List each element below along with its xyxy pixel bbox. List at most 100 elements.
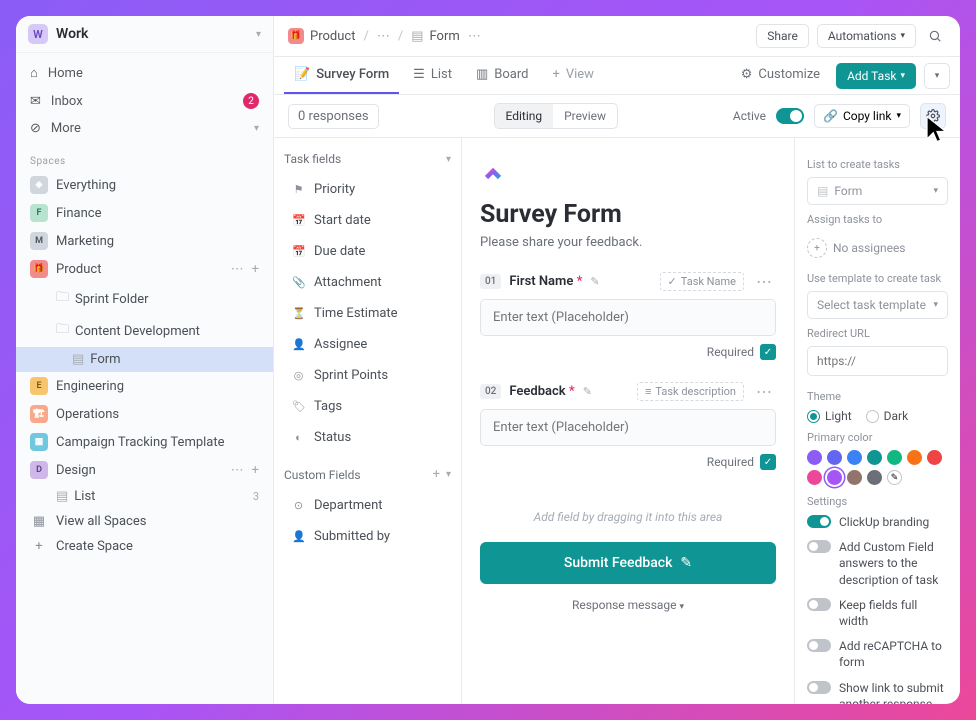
edit-icon[interactable]: ✎ — [583, 385, 592, 398]
color-swatch[interactable] — [807, 450, 822, 465]
field-label[interactable]: Feedback * — [509, 384, 574, 399]
branding-toggle[interactable] — [807, 515, 831, 528]
tab-editing[interactable]: Editing — [495, 104, 554, 128]
color-swatch[interactable] — [847, 470, 862, 485]
field-status[interactable]: ◐Status — [284, 422, 451, 453]
cf-toggle[interactable] — [807, 540, 831, 553]
color-swatch[interactable] — [867, 450, 882, 465]
field-number: 01 — [480, 274, 501, 289]
color-swatch[interactable] — [827, 470, 842, 485]
response-message[interactable]: Response message ▾ — [480, 584, 776, 626]
setting-template-select[interactable]: Select task template ▾ — [807, 291, 948, 319]
active-toggle[interactable] — [776, 108, 804, 124]
field-priority[interactable]: ⚑Priority — [284, 174, 451, 205]
setting-list-select[interactable]: ▤ Form ▾ — [807, 177, 948, 205]
field-label[interactable]: First Name * — [509, 274, 582, 289]
color-swatch[interactable] — [927, 450, 942, 465]
folder-content-dev[interactable]: 🗀 Content Development — [16, 315, 273, 347]
add-view[interactable]: + View — [542, 57, 604, 94]
theme-light-radio[interactable]: Light — [807, 409, 852, 423]
field-department[interactable]: ⊙Department — [284, 490, 451, 521]
nav-inbox[interactable]: ✉ Inbox 2 — [16, 87, 273, 115]
field-time-estimate[interactable]: ⏳Time Estimate — [284, 298, 451, 329]
breadcrumb-space[interactable]: 🎁 Product — [288, 28, 355, 44]
field-submitted-by[interactable]: 👤Submitted by — [284, 521, 451, 552]
view-survey-form[interactable]: 📝 Survey Form — [284, 57, 399, 94]
space-campaign[interactable]: ▦ Campaign Tracking Template — [16, 428, 273, 456]
field-attachment[interactable]: 📎Attachment — [284, 267, 451, 298]
first-name-input[interactable] — [480, 299, 776, 336]
add-icon[interactable]: + — [252, 463, 259, 478]
space-design[interactable]: D Design ⋯ + — [16, 456, 273, 484]
breadcrumb-ellipsis[interactable]: ⋯ — [377, 29, 390, 44]
nav-more[interactable]: ⊘ More ▾ — [16, 115, 273, 142]
nav-home[interactable]: ⌂ Home — [16, 59, 273, 87]
theme-dark-radio[interactable]: Dark — [866, 409, 909, 423]
field-mapping-tag[interactable]: ≡Task description — [637, 382, 744, 401]
add-custom-field-icon[interactable]: + — [433, 467, 440, 482]
more-dots-icon[interactable]: ⋯ — [231, 262, 244, 277]
field-more[interactable]: ⋯ — [752, 382, 776, 401]
view-all-spaces[interactable]: ▦ View all Spaces — [16, 509, 273, 534]
space-operations[interactable]: 🏗 Operations — [16, 400, 273, 428]
color-picker-icon[interactable]: ✎ — [887, 470, 902, 485]
view-board[interactable]: ▥ Board — [466, 57, 539, 94]
space-engineering[interactable]: E Engineering — [16, 372, 273, 400]
field-due-date[interactable]: 📅Due date — [284, 236, 451, 267]
required-checkbox[interactable]: ✓ — [760, 454, 776, 470]
copy-link-button[interactable]: 🔗 Copy link ▾ — [814, 104, 910, 128]
setting-assign-select[interactable]: + No assignees — [807, 232, 948, 264]
redirect-url-input[interactable] — [807, 346, 948, 376]
field-mapping-tag[interactable]: ✓Task Name — [660, 272, 744, 291]
space-marketing[interactable]: M Marketing — [16, 227, 273, 255]
fullwidth-toggle[interactable] — [807, 598, 831, 611]
feedback-input[interactable] — [480, 409, 776, 446]
drop-zone[interactable]: Add field by dragging it into this area — [480, 492, 776, 542]
add-task-button[interactable]: Add Task ▾ — [836, 63, 916, 89]
submit-button[interactable]: Submit Feedback ✎ — [480, 542, 776, 584]
custom-fields-header[interactable]: Custom Fields + ▾ — [284, 463, 451, 490]
breadcrumb-more[interactable]: ⋯ — [468, 29, 481, 44]
color-swatch[interactable] — [807, 470, 822, 485]
view-list[interactable]: ☰ List — [403, 57, 462, 94]
color-swatch[interactable] — [907, 450, 922, 465]
automations-button[interactable]: Automations ▾ — [817, 24, 916, 48]
color-swatch[interactable] — [887, 450, 902, 465]
task-fields-header[interactable]: Task fields ▾ — [284, 148, 451, 174]
required-checkbox[interactable]: ✓ — [760, 344, 776, 360]
share-button[interactable]: Share — [756, 24, 809, 48]
responses-count[interactable]: 0 responses — [288, 104, 379, 129]
workspace-switcher[interactable]: W Work ▾ — [16, 16, 273, 53]
field-assignee[interactable]: 👤Assignee — [284, 329, 451, 360]
field-tags[interactable]: 🏷Tags — [284, 391, 451, 422]
another-toggle[interactable] — [807, 681, 831, 694]
folder-sprint[interactable]: 🗀 Sprint Folder — [16, 283, 273, 315]
recaptcha-toggle[interactable] — [807, 639, 831, 652]
space-product[interactable]: 🎁 Product ⋯ + — [16, 255, 273, 283]
list-form[interactable]: ▤ Form — [16, 347, 273, 372]
list-design-list[interactable]: ▤ List 3 — [16, 484, 273, 509]
calendar-icon: 📅 — [292, 245, 305, 258]
form-title[interactable]: Survey Form — [480, 200, 776, 229]
space-everything[interactable]: ◈ Everything — [16, 171, 273, 199]
more-dots-icon[interactable]: ⋯ — [231, 463, 244, 478]
field-start-date[interactable]: 📅Start date — [284, 205, 451, 236]
field-more[interactable]: ⋯ — [752, 272, 776, 291]
search-button[interactable] — [924, 25, 946, 47]
field-sprint-points[interactable]: ◎Sprint Points — [284, 360, 451, 391]
tab-preview[interactable]: Preview — [553, 104, 617, 128]
more-button[interactable]: ▾ — [924, 63, 950, 89]
color-swatch[interactable] — [827, 450, 842, 465]
customize-button[interactable]: ⚙ Customize — [733, 61, 828, 90]
form-description[interactable]: Please share your feedback. — [480, 235, 776, 250]
space-finance[interactable]: F Finance — [16, 199, 273, 227]
edit-icon[interactable]: ✎ — [590, 275, 599, 288]
breadcrumb-list[interactable]: ▤ Form — [411, 29, 460, 44]
form-field-first-name: 01 First Name * ✎ ✓Task Name ⋯ Required … — [480, 272, 776, 360]
form-settings-button[interactable] — [920, 103, 946, 129]
color-swatch[interactable] — [847, 450, 862, 465]
automations-label: Automations — [828, 29, 897, 43]
create-space[interactable]: + Create Space — [16, 534, 273, 559]
color-swatch[interactable] — [867, 470, 882, 485]
add-icon[interactable]: + — [252, 262, 259, 277]
